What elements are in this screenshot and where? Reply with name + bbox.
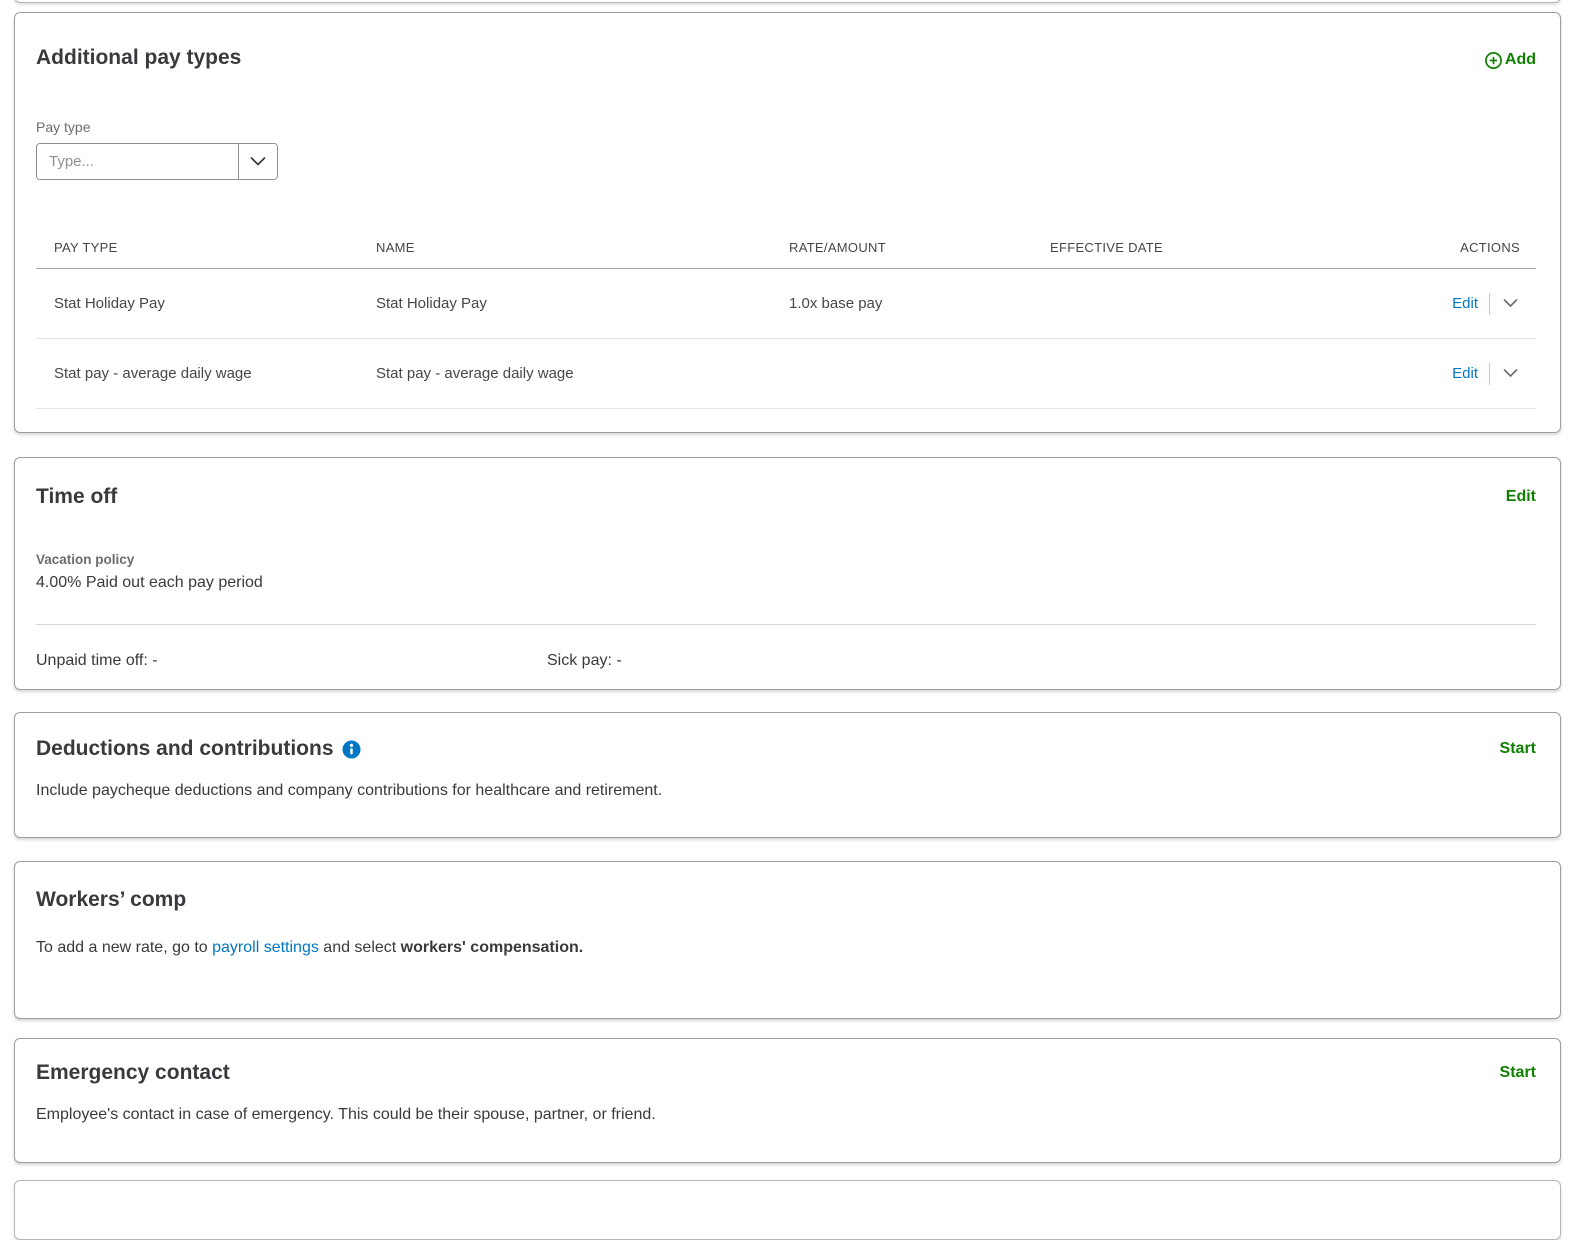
sick-pay-value: Sick pay: - — [547, 652, 622, 670]
cell-name: Stat pay - average daily wage — [358, 365, 771, 382]
vacation-policy-value: 4.00% Paid out each pay period — [36, 574, 1536, 592]
row-actions-dropdown-button[interactable] — [1501, 367, 1520, 380]
deductions-card: Deductions and contributions Start Inclu… — [14, 712, 1561, 838]
info-icon[interactable] — [342, 740, 361, 759]
workers-comp-text-prefix: To add a new rate, go to — [36, 939, 212, 956]
cell-pay-type: Stat pay - average daily wage — [36, 365, 358, 382]
vacation-policy-label: Vacation policy — [36, 552, 1536, 567]
workers-comp-title: Workers’ comp — [36, 888, 186, 911]
table-header-row: PAY TYPE NAME RATE/AMOUNT EFFECTIVE DATE… — [36, 226, 1536, 269]
pay-type-dropdown-button[interactable] — [238, 144, 277, 179]
add-pay-type-button[interactable]: Add — [1484, 49, 1536, 70]
emergency-contact-description: Employee's contact in case of emergency.… — [36, 1104, 1536, 1126]
table-row: Stat pay - average daily wage Stat pay -… — [36, 339, 1536, 409]
add-pay-type-label: Add — [1505, 51, 1536, 69]
action-divider — [1489, 363, 1490, 385]
column-header-pay-type: PAY TYPE — [36, 240, 358, 255]
pay-type-input[interactable] — [37, 144, 238, 179]
time-off-divider — [36, 624, 1536, 625]
row-actions-dropdown-button[interactable] — [1501, 297, 1520, 310]
deductions-title: Deductions and contributions — [36, 737, 334, 760]
additional-pay-types-title: Additional pay types — [36, 46, 241, 69]
next-card-partial — [14, 1180, 1561, 1240]
column-header-rate-amount: RATE/AMOUNT — [771, 240, 1032, 255]
workers-comp-description: To add a new rate, go to payroll setting… — [36, 937, 1536, 959]
chevron-down-icon — [1503, 299, 1518, 308]
table-row: Stat Holiday Pay Stat Holiday Pay 1.0x b… — [36, 269, 1536, 339]
emergency-contact-card: Emergency contact Start Employee's conta… — [14, 1038, 1561, 1163]
time-off-card: Time off Edit Vacation policy 4.00% Paid… — [14, 457, 1561, 690]
pay-type-field-label: Pay type — [36, 119, 1536, 135]
chevron-down-icon — [1503, 369, 1518, 378]
time-off-title: Time off — [36, 485, 117, 508]
pay-type-combobox — [36, 143, 278, 180]
circle-plus-icon — [1484, 51, 1503, 70]
pay-types-table: PAY TYPE NAME RATE/AMOUNT EFFECTIVE DATE… — [36, 226, 1536, 409]
chevron-down-icon — [250, 157, 266, 166]
edit-time-off-button[interactable]: Edit — [1506, 488, 1536, 506]
column-header-actions: ACTIONS — [1293, 240, 1536, 255]
start-emergency-contact-button[interactable]: Start — [1500, 1064, 1536, 1082]
column-header-effective-date: EFFECTIVE DATE — [1032, 240, 1293, 255]
additional-pay-types-card: Additional pay types Add Pay type — [14, 12, 1561, 433]
edit-row-button[interactable]: Edit — [1452, 295, 1478, 312]
workers-comp-text-middle: and select — [319, 939, 401, 956]
cell-pay-type: Stat Holiday Pay — [36, 295, 358, 312]
action-divider — [1489, 293, 1490, 315]
workers-comp-text-bold: workers' compensation. — [401, 939, 584, 956]
emergency-contact-title: Emergency contact — [36, 1061, 230, 1084]
deductions-description: Include paycheque deductions and company… — [36, 780, 1536, 802]
previous-card-edge — [14, 0, 1561, 3]
payroll-settings-link[interactable]: payroll settings — [212, 939, 319, 956]
edit-row-button[interactable]: Edit — [1452, 365, 1478, 382]
start-deductions-button[interactable]: Start — [1500, 740, 1536, 758]
cell-name: Stat Holiday Pay — [358, 295, 771, 312]
unpaid-time-off-value: Unpaid time off: - — [36, 652, 547, 670]
column-header-name: NAME — [358, 240, 771, 255]
cell-rate-amount: 1.0x base pay — [771, 295, 1032, 312]
workers-comp-card: Workers’ comp To add a new rate, go to p… — [14, 861, 1561, 1019]
